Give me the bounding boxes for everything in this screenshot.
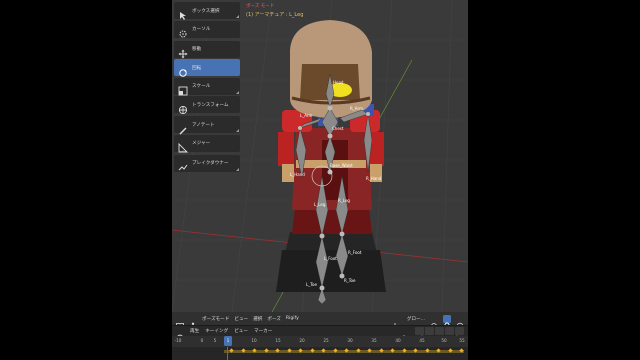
tool-breakdowner[interactable]: ブレイクダウナー	[174, 154, 240, 172]
snap-icon[interactable]	[443, 314, 451, 328]
bone-label-head: Head	[333, 80, 344, 85]
tick-label: 10	[251, 338, 257, 343]
bone-label-r-hand: R_Hand	[366, 176, 382, 181]
jump-start-icon[interactable]	[415, 327, 424, 341]
tool-label: ボックス選択	[192, 8, 220, 14]
tool-label: アノテート	[192, 122, 215, 128]
bone-label-l-arm: L_Arm	[300, 113, 313, 118]
bone-label-r-leg: R_Leg	[338, 198, 350, 203]
pause-icon[interactable]	[435, 327, 444, 340]
box-select-icon	[178, 6, 188, 20]
left-arm	[278, 132, 294, 166]
transform-orientation-dropdown[interactable]: グロー...	[407, 316, 425, 322]
tick-label: 15	[275, 338, 281, 343]
bone-label-r-foot: R_Foot	[348, 250, 362, 255]
tool-annotate[interactable]: アノテート	[174, 116, 240, 134]
tick-label: 5	[213, 338, 217, 343]
tick-label: 25	[323, 338, 329, 343]
tick-label: 35	[371, 338, 377, 343]
bone-label-r-arm: R_Arm	[350, 106, 363, 111]
tick-label: 30	[347, 338, 353, 343]
move-icon	[178, 44, 188, 59]
jump-end-icon[interactable]	[455, 327, 464, 341]
bone-label-l-hand: L_Hand	[290, 172, 305, 177]
bone-label-chest: Chest	[332, 126, 344, 131]
menu-rigify[interactable]: Rigify	[286, 316, 299, 321]
tool-cursor[interactable]: カーソル	[174, 20, 240, 38]
tool-transform[interactable]: トランスフォーム	[174, 96, 240, 114]
mode-dropdown[interactable]: ポーズモード	[202, 316, 229, 322]
tick-label: 20	[299, 338, 305, 343]
transform-icon	[178, 100, 188, 114]
tool-rotate[interactable]: 回転	[174, 59, 240, 77]
tick-label: 45	[419, 338, 425, 343]
tool-move[interactable]: 移動	[174, 40, 240, 59]
timeline-ruler[interactable]: -10 0 5 10 15 20 25 30 35 40 45 50 55	[172, 336, 468, 347]
tick-label: 0	[200, 338, 204, 343]
tick-label: 55	[459, 338, 465, 343]
tool-scale[interactable]: スケール	[174, 77, 240, 96]
tick-label: 50	[441, 338, 447, 343]
menu-marker[interactable]: マーカー	[254, 328, 272, 334]
rotate-icon	[178, 63, 188, 77]
prev-key-icon[interactable]	[425, 327, 434, 340]
playhead-line	[227, 347, 228, 360]
viewport-header: ポーズモード ビュー 選択 ポーズ Rigify グロー...	[172, 312, 468, 330]
scale-icon	[178, 81, 188, 96]
menu-playback[interactable]: 再生	[190, 328, 199, 334]
tool-label: ブレイクダウナー	[192, 161, 229, 166]
bone-label-l-foot: L_Foot	[324, 256, 337, 261]
menu-keying[interactable]: キーイング	[205, 328, 228, 334]
tick-label: -10	[174, 338, 182, 343]
current-frame-indicator[interactable]: 1	[224, 336, 232, 346]
tool-label: 回転	[192, 65, 202, 71]
tool-label: 移動	[192, 47, 202, 52]
tool-measure[interactable]: メジャー	[174, 134, 240, 153]
tick-label: 40	[395, 338, 401, 343]
blender-app: ポーズ モード (1) アーマチュア : L_Leg Head L_Arm R_…	[172, 0, 468, 360]
pose-mode-icon	[189, 315, 197, 330]
tool-box-select[interactable]: ボックス選択	[174, 2, 240, 20]
bone-label-waist: Base_Waist	[330, 163, 353, 168]
timeline-editor-icon[interactable]	[176, 327, 184, 342]
tool-label: トランスフォーム	[192, 102, 229, 108]
editor-type-icon[interactable]	[176, 315, 184, 329]
menu-pose[interactable]: ポーズ	[267, 316, 281, 322]
record-icon[interactable]	[400, 327, 408, 341]
proportional-edit-icon[interactable]	[456, 315, 464, 329]
menu-timeline-view[interactable]: ビュー	[234, 328, 248, 334]
timeline-header: 再生 キーイング ビュー マーカー	[172, 325, 468, 342]
breakdowner-icon	[178, 158, 188, 171]
bone-label-l-leg: L_Leg	[314, 202, 326, 207]
tool-label: カーソル	[192, 27, 211, 32]
measure-icon	[178, 138, 189, 153]
next-key-icon[interactable]	[445, 327, 454, 340]
playback-controls	[414, 327, 464, 341]
tool-shelf: ボックス選択 カーソル 移動 回転 スケール トランスフォーム アノテート メジ…	[174, 2, 240, 173]
orientation-icon	[394, 315, 402, 329]
cursor-icon	[178, 24, 188, 38]
stage: ポーズ モード (1) アーマチュア : L_Leg Head L_Arm R_…	[0, 0, 640, 360]
pivot-icon[interactable]	[430, 315, 438, 329]
bone-label-r-toe: R_Toe	[344, 278, 356, 283]
menu-view[interactable]: ビュー	[234, 316, 248, 322]
menu-select[interactable]: 選択	[253, 316, 262, 322]
timeline-track[interactable]	[172, 347, 468, 360]
annotate-icon	[178, 120, 188, 134]
tool-label: スケール	[192, 84, 211, 89]
3d-viewport[interactable]: ポーズ モード (1) アーマチュア : L_Leg Head L_Arm R_…	[172, 0, 468, 312]
bone-label-l-toe: L_Toe	[306, 282, 317, 287]
tool-label: メジャー	[192, 141, 211, 146]
